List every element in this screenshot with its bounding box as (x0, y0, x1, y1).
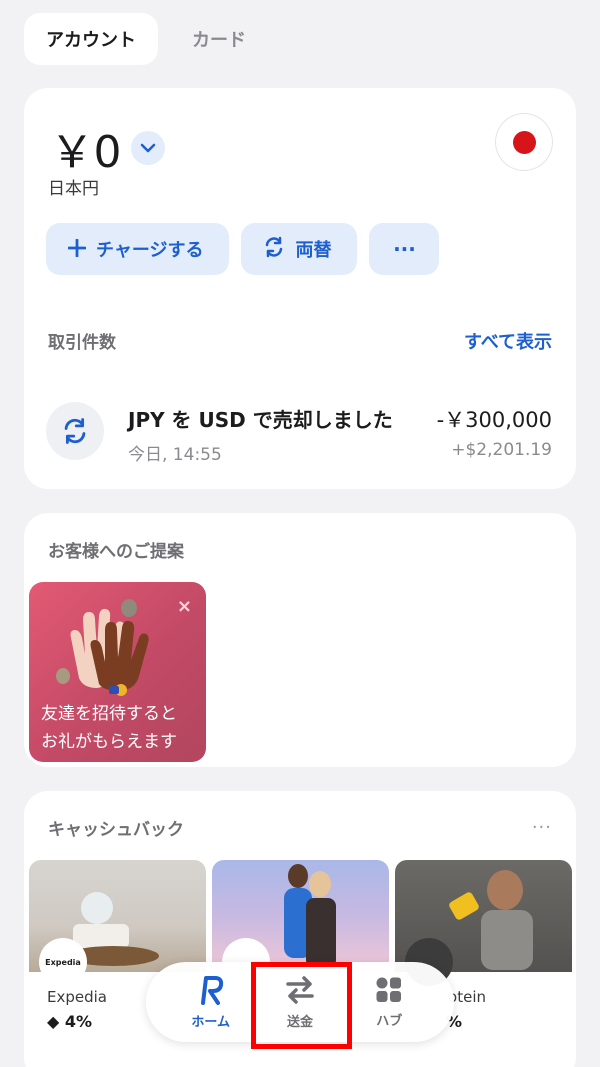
promo-text-line2: お礼がもらえます (41, 732, 177, 752)
nav-send-label: 送金 (286, 1014, 313, 1030)
exchange-button[interactable]: 両替 (241, 223, 358, 275)
balance-row: ￥0 (50, 116, 165, 180)
tag-icon: ◆ (47, 1012, 60, 1031)
exchange-icon (46, 402, 104, 460)
tile-rate: ◆ 4% (47, 1012, 92, 1031)
charge-button[interactable]: チャージする (46, 223, 230, 275)
more-button[interactable]: ··· (369, 223, 440, 275)
exchange-icon (263, 236, 285, 262)
transactions-title: 取引件数 (48, 333, 116, 353)
chevron-down-icon[interactable] (131, 131, 165, 165)
plus-icon (67, 237, 87, 261)
charge-label: チャージする (96, 240, 204, 261)
waving-hands-icon (56, 599, 149, 696)
transaction-title[interactable]: JPY を USD で売却しました (128, 404, 393, 433)
transaction-amount: -￥300,000 (436, 408, 552, 432)
account-tabs: アカウント カード (24, 13, 268, 65)
japan-flag-icon[interactable] (496, 114, 552, 170)
tile-name: Expedia (47, 988, 107, 1006)
balance-amount: ￥0 (50, 127, 122, 178)
nav-send[interactable]: 送金 (260, 975, 340, 1030)
account-actions: チャージする 両替 ··· (46, 223, 440, 275)
tile-rate-value: 4% (64, 1012, 93, 1031)
cashback-title: キャッシュバック (48, 820, 184, 840)
bottom-navigation: ホーム 送金 ハブ (146, 962, 454, 1042)
promo-text: 友達を招待すると お礼がもらえます (41, 700, 177, 756)
exchange-label: 両替 (295, 240, 332, 261)
see-all-link[interactable]: すべて表示 (464, 328, 552, 354)
suggestions-card: お客様へのご提案 × 友達を招待すると お礼がもらえます (24, 513, 576, 767)
more-icon[interactable]: ··· (532, 817, 552, 838)
more-icon: ··· (393, 237, 416, 261)
account-card: ￥0 日本円 チャージする 両替 ··· 取引件数 すべて表示 JPY を US… (24, 88, 576, 489)
grid-icon (376, 977, 402, 1002)
transaction-sub-amount: +$2,201.19 (451, 440, 552, 460)
nav-hub[interactable]: ハブ (349, 976, 429, 1029)
invite-friends-promo[interactable]: × 友達を招待すると お礼がもらえます (29, 582, 206, 762)
currency-name: 日本円 (48, 179, 99, 199)
nav-home-label: ホーム (191, 1014, 230, 1030)
tab-account[interactable]: アカウント (24, 13, 158, 65)
expedia-logo: Expedia (39, 938, 87, 986)
close-icon[interactable]: × (177, 596, 192, 617)
nav-hub-label: ハブ (376, 1013, 403, 1029)
nav-home[interactable]: ホーム (171, 975, 251, 1030)
transaction-time: 今日, 14:55 (128, 445, 222, 465)
promo-text-line1: 友達を招待すると (41, 704, 177, 724)
suggestions-title: お客様へのご提案 (48, 542, 184, 562)
transfer-arrows-icon (286, 975, 314, 1004)
tab-card[interactable]: カード (170, 13, 268, 65)
revolut-r-icon (200, 975, 223, 1005)
